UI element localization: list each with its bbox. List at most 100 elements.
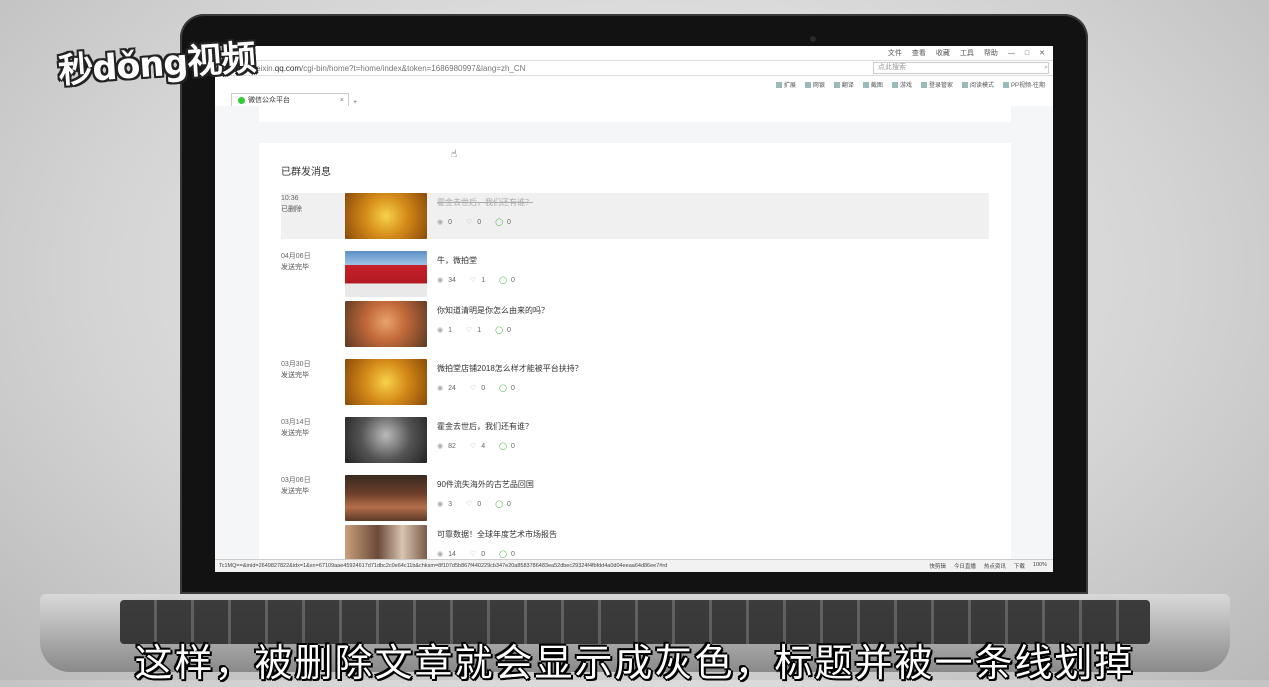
tab-wechat-platform[interactable]: 微信公众平台 × xyxy=(231,93,349,106)
eye-icon: ◉ xyxy=(437,551,444,558)
browser-toolbar: 扩展 网银 翻译 截图 游戏 登录管家 阅读模式 PP视频-往期 xyxy=(215,76,1053,92)
menu-view[interactable]: 查看 xyxy=(912,48,926,58)
list-item[interactable]: 04月06日发送完毕 牛，微拍堂 ◉ 34 ♡ 1 ◯ 0 xyxy=(281,251,989,297)
send-status[interactable]: 发送完毕 xyxy=(281,486,311,497)
maximize-icon[interactable]: □ xyxy=(1025,50,1029,57)
article-thumbnail[interactable] xyxy=(345,251,427,297)
toolbar-reading-mode[interactable]: 阅读模式 xyxy=(962,80,994,89)
send-status[interactable]: 发送完毕 xyxy=(281,370,311,381)
article-stats: ◉ 34 ♡ 1 ◯ 0 xyxy=(437,277,515,284)
status-quick-clip[interactable]: 快剪辑 xyxy=(929,562,946,570)
menu-bar: 文件 查看 收藏 工具 帮助 — □ ✕ xyxy=(215,46,1053,60)
comment-icon: ◯ xyxy=(495,501,504,508)
send-status[interactable]: 发送完毕 xyxy=(281,262,311,273)
browser-screen: 文件 查看 收藏 工具 帮助 — □ ✕ mp.weixin.qq.com/cg… xyxy=(215,46,1053,572)
article-title[interactable]: 霍金去世后，我们还有谁？ xyxy=(437,197,533,208)
article-stats: ◉ 3 ♡ 0 ◯ 0 xyxy=(437,501,511,508)
list-item[interactable]: 03月30日发送完毕 微拍堂店铺2018怎么样才能被平台扶持？ ◉ 24 ♡ 0 ◯… xyxy=(281,359,989,405)
send-time: 10:36 xyxy=(281,195,299,202)
toolbar-translate[interactable]: 翻译 xyxy=(834,80,854,89)
article-title[interactable]: 可靠数据！全球年度艺术市场报告 xyxy=(437,529,557,540)
eye-icon: ◉ xyxy=(437,385,444,392)
video-subtitle: 这样，被删除文章就会显示成灰色，标题并被一条线划掉 xyxy=(134,641,1135,685)
article-stats: ◉ 1 ♡ 1 ◯ 0 xyxy=(437,327,511,334)
article-title[interactable]: 你知道清明是你怎么由来的吗？ xyxy=(437,305,549,316)
article-title[interactable]: 霍金去世后，我们还有谁？ xyxy=(437,421,533,432)
card-top-edge xyxy=(259,106,1011,122)
search-icon[interactable]: ⌕ xyxy=(1044,63,1048,73)
address-bar: mp.weixin.qq.com/cgi-bin/home?t=home/ind… xyxy=(215,60,1053,76)
article-thumbnail[interactable] xyxy=(345,525,427,560)
send-status[interactable]: 已删除 xyxy=(281,204,302,215)
heart-icon: ♡ xyxy=(466,327,473,334)
menu-tools[interactable]: 工具 xyxy=(960,48,974,58)
eye-icon: ◉ xyxy=(437,327,444,334)
camera-dot xyxy=(810,36,816,42)
menu-help[interactable]: 帮助 xyxy=(984,48,998,58)
url-input[interactable]: mp.weixin.qq.com/cgi-bin/home?t=home/ind… xyxy=(215,64,873,73)
minimize-icon[interactable]: — xyxy=(1008,50,1015,57)
toolbar-login-manager[interactable]: 登录管家 xyxy=(921,80,953,89)
tab-close-icon[interactable]: × xyxy=(340,97,344,104)
mouse-cursor-icon: ☝ xyxy=(451,149,458,160)
toolbar-extensions[interactable]: 扩展 xyxy=(776,80,796,89)
heart-icon: ♡ xyxy=(469,277,477,284)
eye-icon: ◉ xyxy=(437,277,444,284)
menu-file[interactable]: 文件 xyxy=(888,48,902,58)
article-thumbnail[interactable] xyxy=(345,193,427,239)
article-thumbnail[interactable] xyxy=(345,359,427,405)
article-title[interactable]: 90件流失海外的古艺品回国 xyxy=(437,479,534,490)
status-download[interactable]: 下载 xyxy=(1014,562,1025,570)
eye-icon: ◉ xyxy=(437,443,444,450)
heart-icon: ♡ xyxy=(466,219,473,226)
comment-icon: ◯ xyxy=(499,277,507,284)
list-item[interactable]: 10:36 已删除 霍金去世后，我们还有谁？ ◉ 0 ♡ 0 ◯ 0 xyxy=(281,193,989,239)
article-stats: ◉ 14 ♡ 0 ◯ 0 xyxy=(437,551,515,558)
article-thumbnail[interactable] xyxy=(345,417,427,463)
status-news[interactable]: 热点资讯 xyxy=(984,562,1006,570)
eye-icon: ◉ xyxy=(437,219,444,226)
list-item[interactable]: 可靠数据！全球年度艺术市场报告 ◉ 14 ♡ 0 ◯ 0 xyxy=(281,525,989,560)
article-title[interactable]: 牛，微拍堂 xyxy=(437,255,477,266)
article-title[interactable]: 微拍堂店铺2018怎么样才能被平台扶持？ xyxy=(437,363,583,374)
heart-icon: ♡ xyxy=(466,501,473,508)
sent-messages-card: 已群发消息 10:36 已删除 霍金去世后，我们还有谁？ ◉ 0 ♡ 0 ◯ 0 04月… xyxy=(259,143,1011,560)
send-time: 03月14日 xyxy=(281,419,311,426)
menu-favorites[interactable]: 收藏 xyxy=(936,48,950,58)
comment-icon: ◯ xyxy=(499,551,507,558)
status-live[interactable]: 今日直播 xyxy=(954,562,976,570)
article-stats: ◉ 82 ♡ 4 ◯ 0 xyxy=(437,443,515,450)
search-input[interactable]: 点此搜索 ⌕ xyxy=(873,62,1049,74)
article-thumbnail[interactable] xyxy=(345,475,427,521)
article-thumbnail[interactable] xyxy=(345,301,427,347)
toolbar-pp-video[interactable]: PP视频-往期 xyxy=(1003,80,1045,89)
send-time: 03月06日 xyxy=(281,477,311,484)
send-status[interactable]: 发送完毕 xyxy=(281,428,311,439)
heart-icon: ♡ xyxy=(469,385,477,392)
comment-icon: ◯ xyxy=(495,219,504,226)
status-zoom[interactable]: 100% xyxy=(1033,562,1047,570)
status-bar: Tc1MQ==&mid=2649827822&idx=1&sn=67109aae… xyxy=(215,559,1053,572)
page-content: 已群发消息 10:36 已删除 霍金去世后，我们还有谁？ ◉ 0 ♡ 0 ◯ 0 04月… xyxy=(215,106,1053,560)
heart-icon: ♡ xyxy=(469,551,477,558)
eye-icon: ◉ xyxy=(437,501,444,508)
list-item[interactable]: 03月14日发送完毕 霍金去世后，我们还有谁？ ◉ 82 ♡ 4 ◯ 0 xyxy=(281,417,989,463)
list-item[interactable]: 你知道清明是你怎么由来的吗？ ◉ 1 ♡ 1 ◯ 0 xyxy=(281,301,989,347)
send-time: 04月06日 xyxy=(281,253,311,260)
send-time: 03月30日 xyxy=(281,361,311,368)
toolbar-screenshot[interactable]: 截图 xyxy=(863,80,883,89)
page-title: 已群发消息 xyxy=(281,167,331,178)
close-icon[interactable]: ✕ xyxy=(1039,49,1045,57)
comment-icon: ◯ xyxy=(495,327,504,334)
article-stats: ◉ 0 ♡ 0 ◯ 0 xyxy=(437,219,511,226)
heart-icon: ♡ xyxy=(469,443,477,450)
wechat-icon xyxy=(238,96,245,104)
article-stats: ◉ 24 ♡ 0 ◯ 0 xyxy=(437,385,515,392)
comment-icon: ◯ xyxy=(499,443,507,450)
comment-icon: ◯ xyxy=(499,385,507,392)
list-item[interactable]: 03月06日发送完毕 90件流失海外的古艺品回国 ◉ 3 ♡ 0 ◯ 0 xyxy=(281,475,989,521)
toolbar-bank[interactable]: 网银 xyxy=(805,80,825,89)
toolbar-games[interactable]: 游戏 xyxy=(892,80,912,89)
new-tab-button[interactable]: + xyxy=(353,99,357,106)
tab-strip: 微信公众平台 × + xyxy=(215,92,1053,107)
